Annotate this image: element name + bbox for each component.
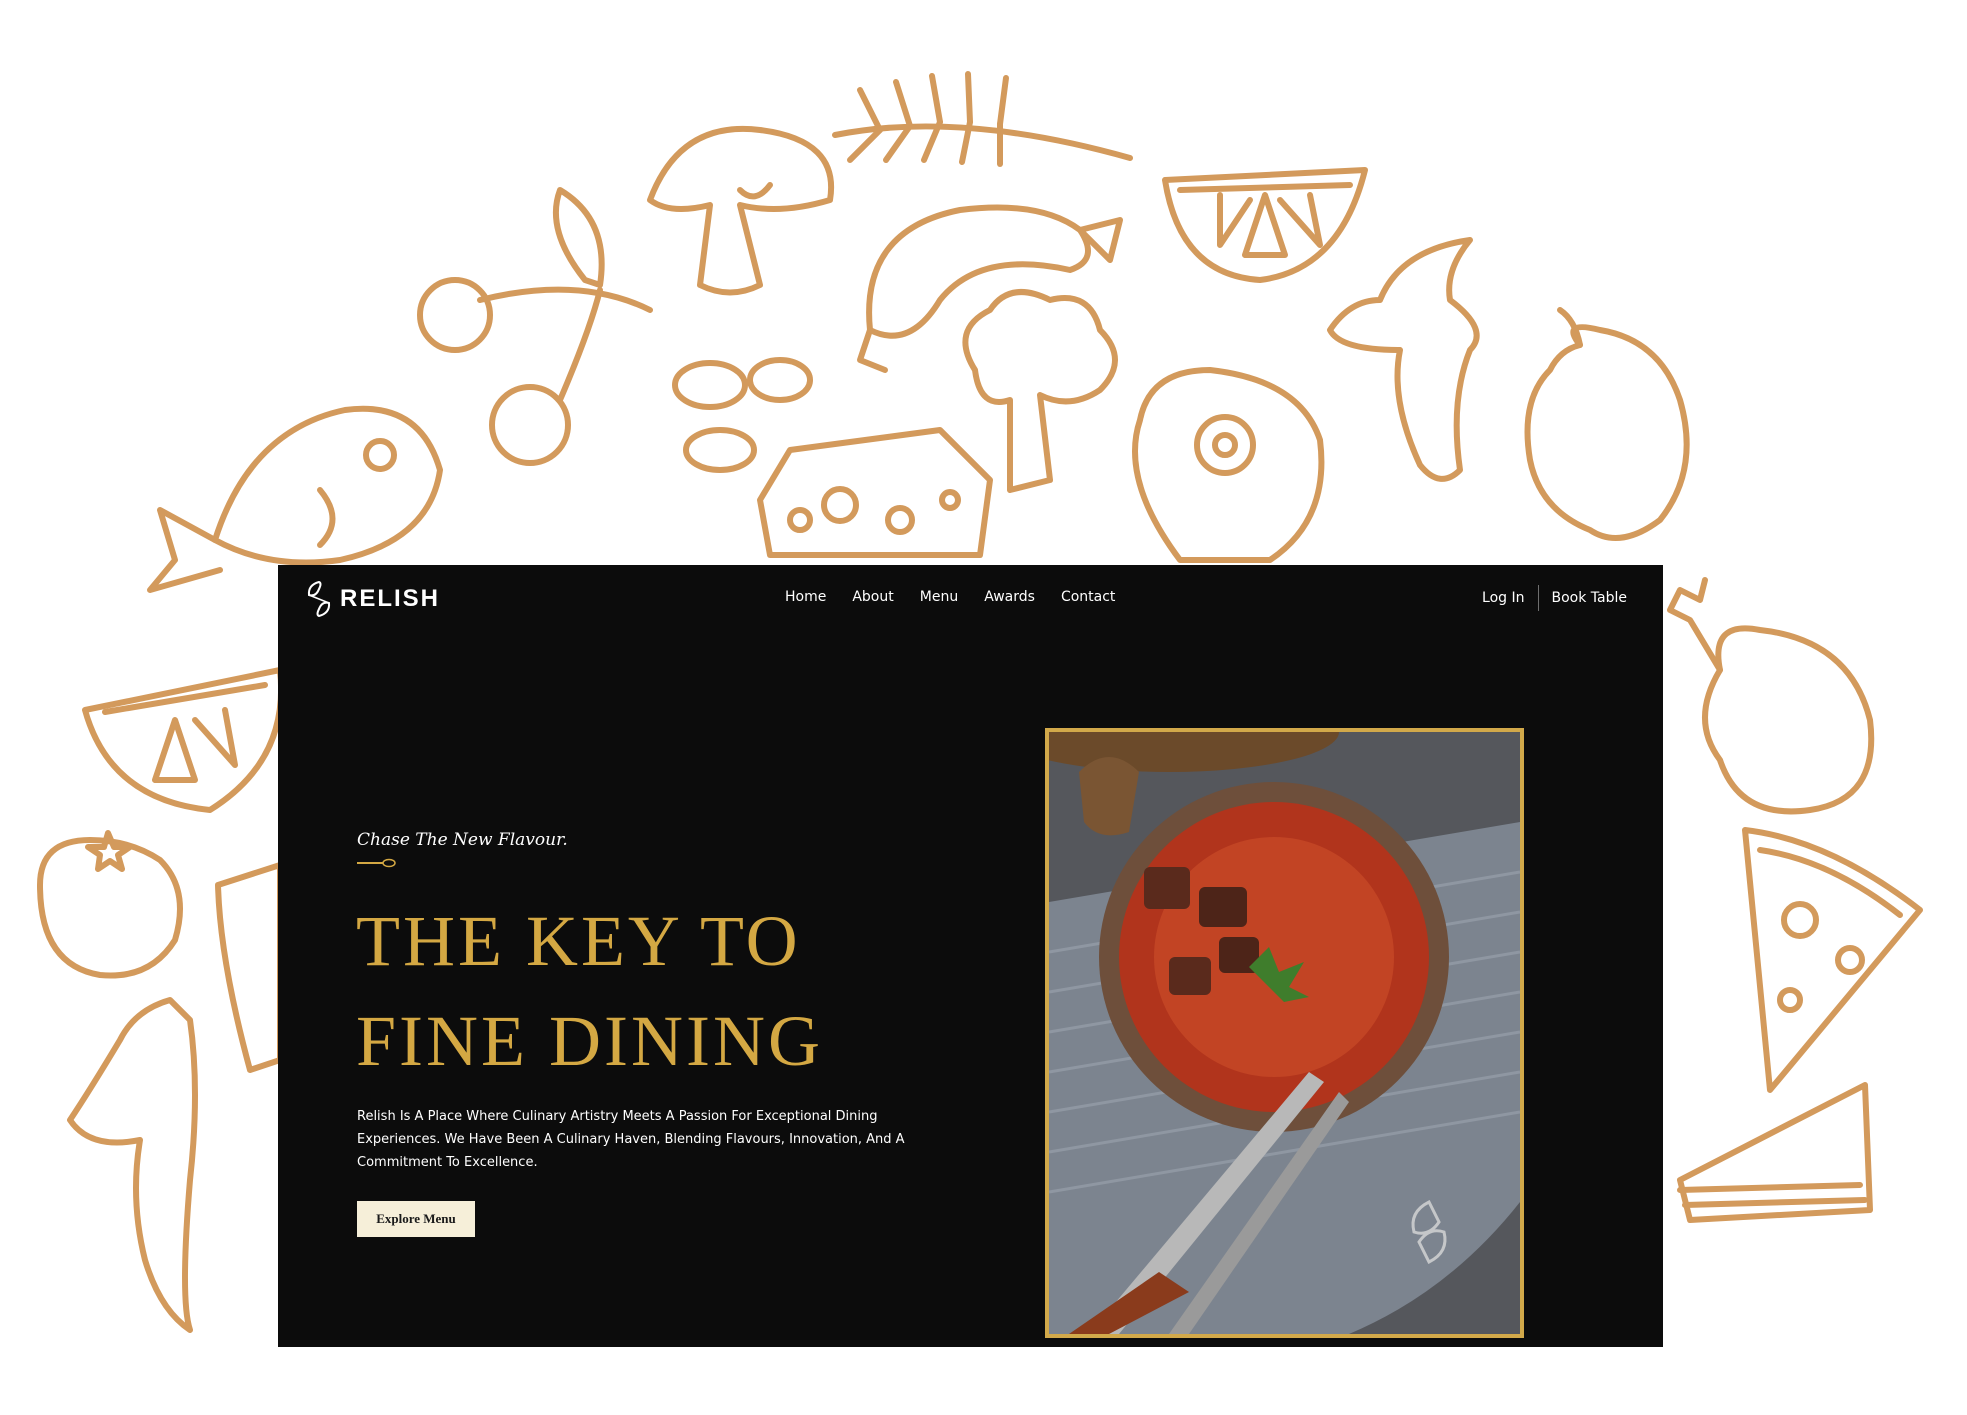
- brand-logo[interactable]: RELISH: [304, 579, 440, 619]
- hero-headline: THE KEY TO FINE DINING: [356, 891, 823, 1091]
- nav-link-about[interactable]: About: [852, 589, 893, 605]
- bell-pepper-icon: [1524, 307, 1690, 541]
- banana-icon: [1327, 237, 1480, 482]
- wheat-icon: [832, 71, 1133, 167]
- brand-name: RELISH: [340, 585, 441, 612]
- dish-photo: [1045, 728, 1524, 1338]
- broccoli-icon: [962, 289, 1118, 493]
- nav-link-contact[interactable]: Contact: [1061, 589, 1115, 605]
- account-actions: Log In Book Table: [1482, 585, 1627, 611]
- nav-link-menu[interactable]: Menu: [920, 589, 958, 605]
- cheese-icon: [757, 427, 993, 558]
- top-navigation: RELISH Home About Menu Awards Contact Lo…: [278, 565, 1663, 635]
- cherry-icon: [417, 187, 653, 466]
- tomato-icon: [37, 830, 183, 979]
- book-table-link[interactable]: Book Table: [1552, 590, 1628, 606]
- mushroom-icon: [647, 125, 835, 296]
- nav-link-home[interactable]: Home: [785, 589, 826, 605]
- steak-icon: [1132, 367, 1325, 563]
- hero-tagline: Chase The New Flavour.: [357, 830, 568, 850]
- explore-menu-button[interactable]: Explore Menu: [357, 1201, 475, 1237]
- chicken-leg-icon: [1667, 577, 1875, 815]
- hero-headline-line-2: FINE DINING: [356, 1001, 823, 1081]
- nav-link-awards[interactable]: Awards: [984, 589, 1035, 605]
- hero-description: Relish Is A Place Where Culinary Artistr…: [357, 1109, 905, 1170]
- sandwich-icon: [1677, 1082, 1873, 1223]
- fish-icon: [147, 405, 443, 593]
- relish-leaf-logo-icon: [307, 580, 331, 618]
- pizza-icon: [215, 862, 283, 1073]
- spoon-divider-icon: [357, 858, 396, 868]
- sausage-icon: [857, 204, 1123, 373]
- nav-divider: [1537, 585, 1539, 611]
- orange-slice-icon: [1162, 167, 1368, 283]
- website-frame: RELISH Home About Menu Awards Contact Lo…: [278, 565, 1663, 1347]
- soup-bowl-illustration: [1049, 732, 1520, 1334]
- main-menu: Home About Menu Awards Contact: [785, 589, 1115, 605]
- banana-icon: [67, 997, 198, 1333]
- pizza-icon: [1742, 827, 1923, 1093]
- login-link[interactable]: Log In: [1482, 590, 1524, 606]
- hero-headline-line-1: THE KEY TO: [356, 901, 801, 981]
- orange-slice-icon: [82, 667, 285, 813]
